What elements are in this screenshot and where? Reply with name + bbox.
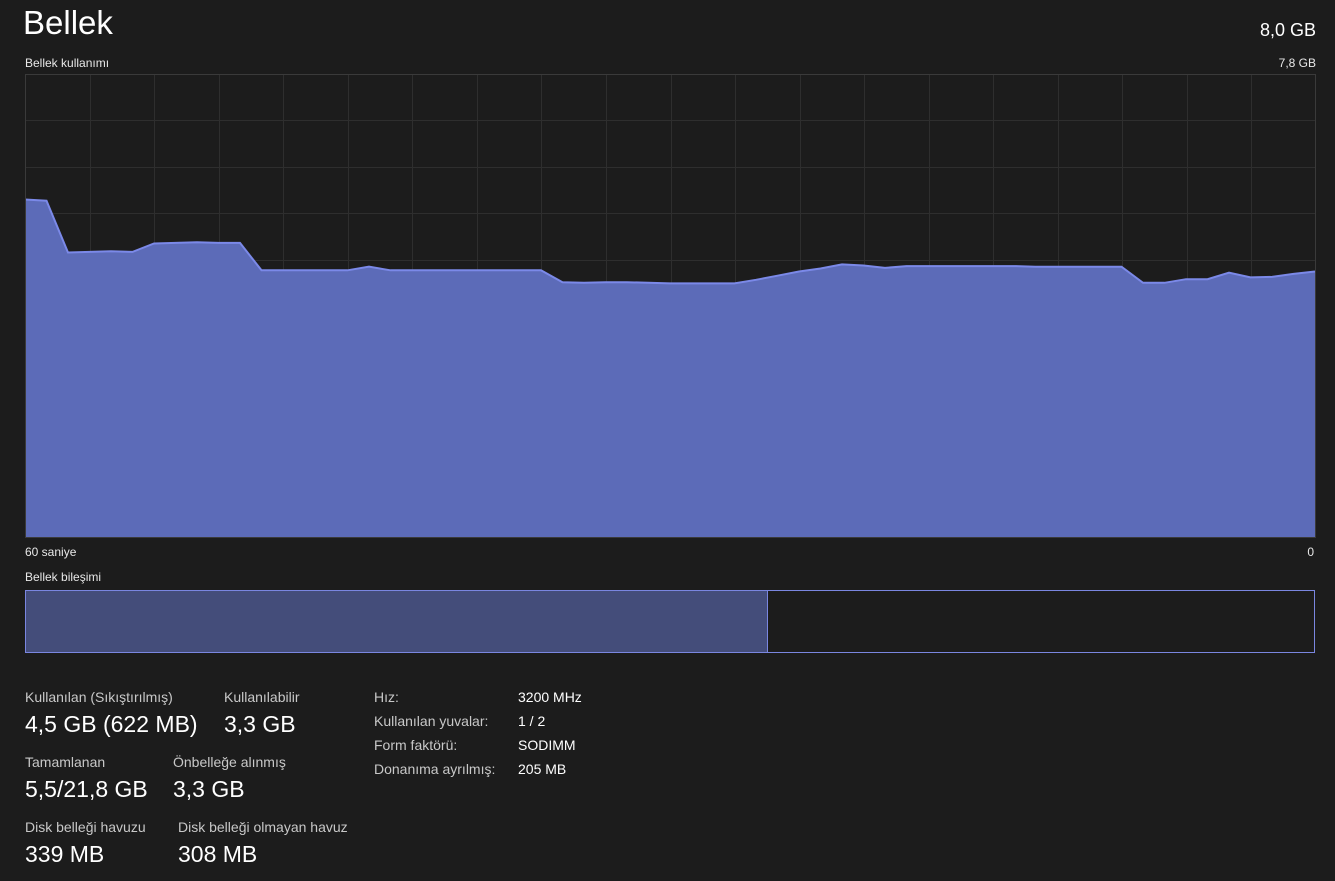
available-value: 3,3 GB <box>224 711 296 737</box>
slots-value: 1 / 2 <box>518 713 546 729</box>
hardware-reserved-value: 205 MB <box>518 761 567 777</box>
composition-in-use-segment[interactable] <box>26 591 768 652</box>
paged-pool-label: Disk belleği havuzu <box>25 819 146 835</box>
chart-max-label: 7,8 GB <box>1278 56 1316 70</box>
speed-label: Hız: <box>374 689 399 705</box>
chart-label: Bellek kullanımı <box>25 56 110 70</box>
composition-label: Bellek bileşimi <box>25 570 102 584</box>
used-label: Kullanılan (Sıkıştırılmış) <box>25 689 173 705</box>
nonpaged-pool-label: Disk belleği olmayan havuz <box>178 819 348 835</box>
memory-usage-chart <box>25 74 1316 538</box>
committed-label: Tamamlanan <box>25 754 106 770</box>
available-label: Kullanılabilir <box>224 689 300 705</box>
cached-value: 3,3 GB <box>173 776 245 802</box>
used-value: 4,5 GB (622 MB) <box>25 711 198 737</box>
cached-label: Önbelleğe alınmış <box>173 754 286 770</box>
committed-value: 5,5/21,8 GB <box>25 776 148 802</box>
nonpaged-pool-value: 308 MB <box>178 841 258 867</box>
speed-value: 3200 MHz <box>518 689 582 705</box>
page-title: Bellek <box>23 4 113 41</box>
hardware-reserved-label: Donanıma ayrılmış: <box>374 761 496 777</box>
memory-composition-bar[interactable] <box>25 590 1315 653</box>
x-axis-right-label: 0 <box>1307 545 1314 559</box>
usage-area <box>25 199 1315 538</box>
form-factor-value: SODIMM <box>518 737 576 753</box>
paged-pool-value: 339 MB <box>25 841 105 867</box>
total-memory: 8,0 GB <box>1259 20 1316 40</box>
x-axis-left-label: 60 saniye <box>25 545 77 559</box>
slots-label: Kullanılan yuvalar: <box>374 713 489 729</box>
form-factor-label: Form faktörü: <box>374 737 458 753</box>
